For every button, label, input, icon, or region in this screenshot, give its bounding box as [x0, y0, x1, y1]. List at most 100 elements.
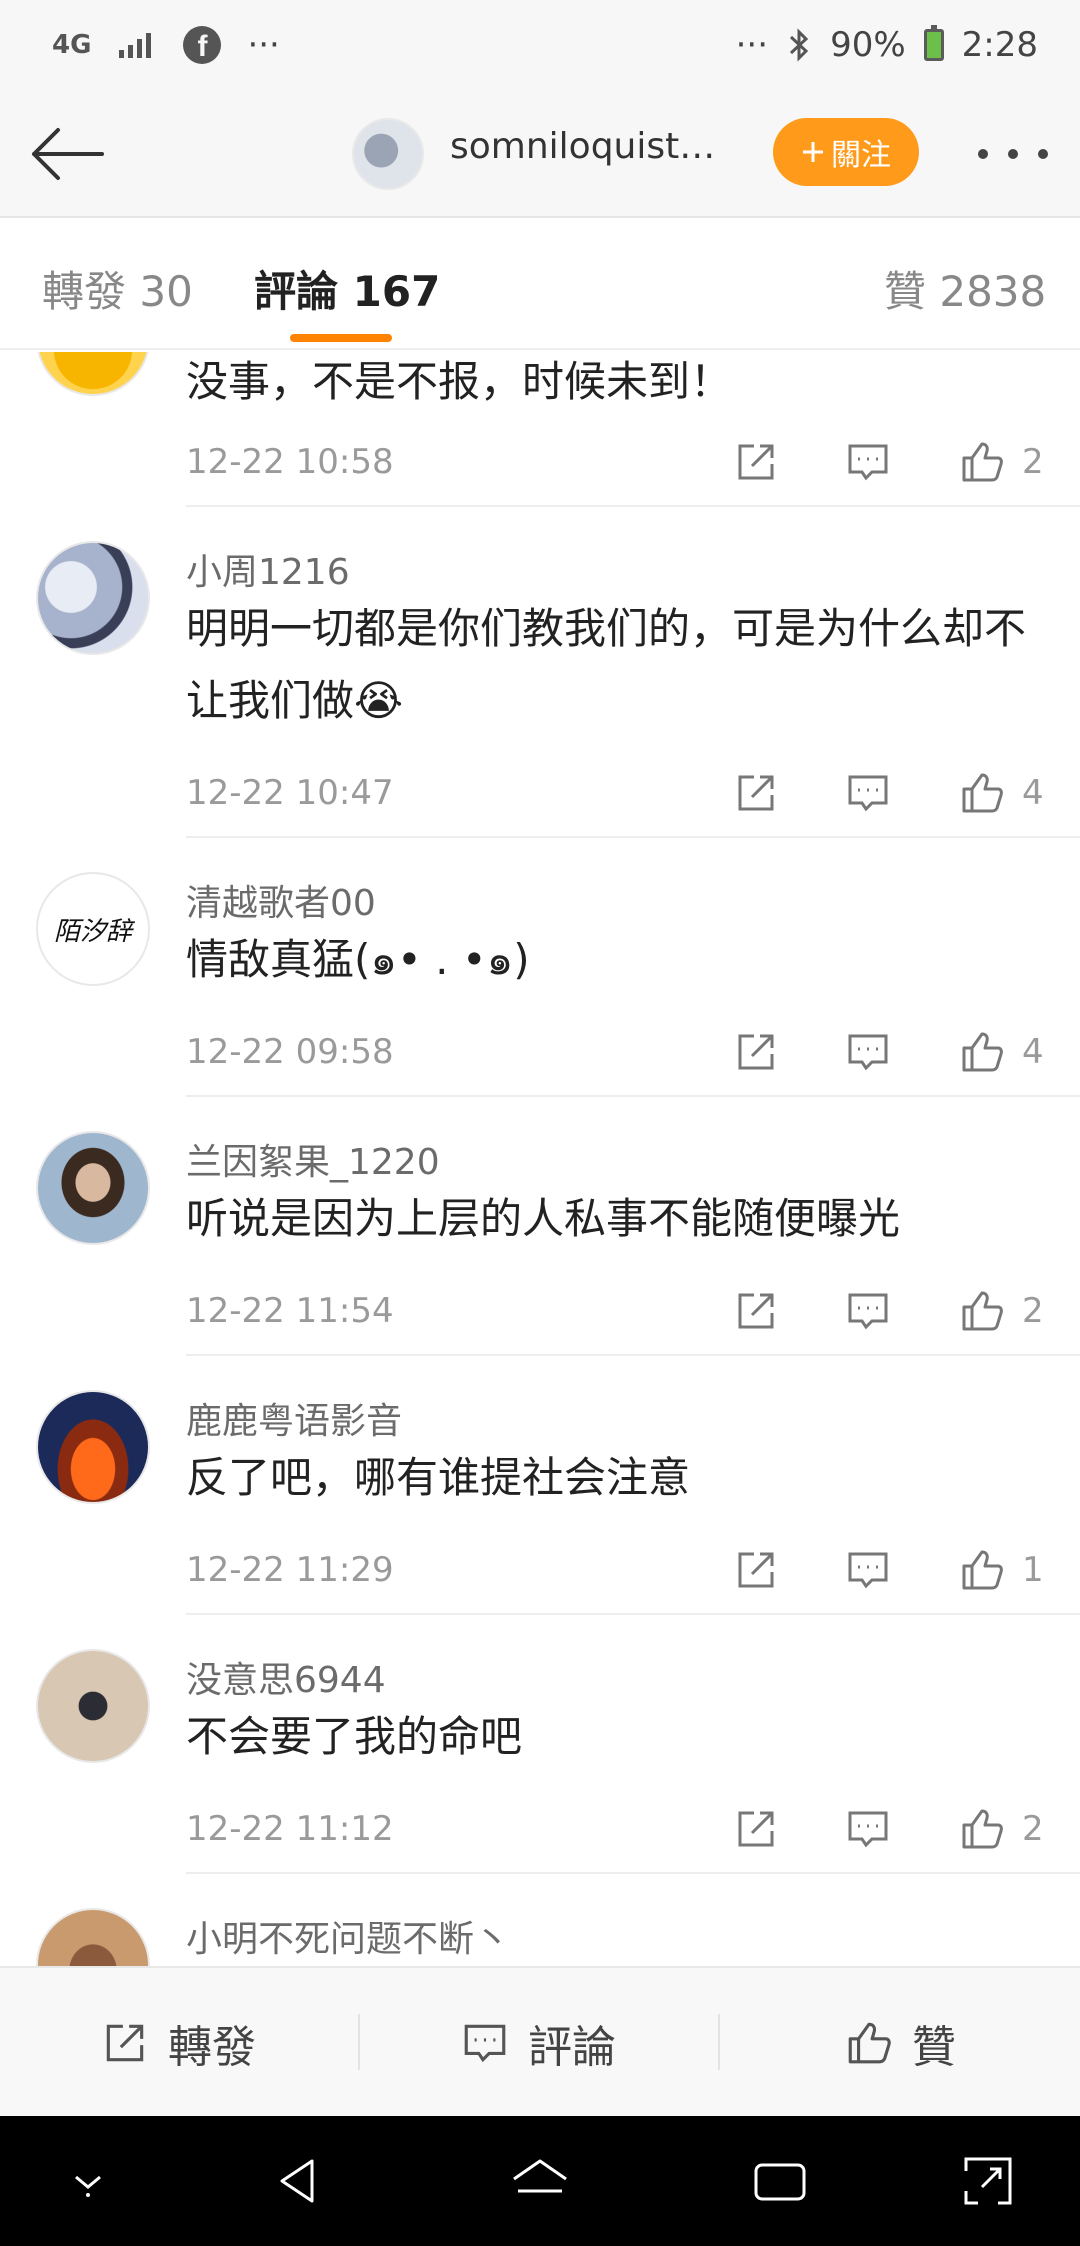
- commenter-name[interactable]: 兰因絮果_1220: [186, 1133, 440, 1185]
- repost-icon: [106, 2024, 144, 2062]
- separator: [358, 2014, 360, 2070]
- tab-likes[interactable]: 贊 2838: [884, 258, 1046, 319]
- comment-text: 反了吧，哪有谁提社会注意: [186, 1453, 691, 1502]
- comment-icon: [848, 775, 888, 812]
- reply-button[interactable]: [844, 769, 894, 819]
- commenter-name[interactable]: 清越歌者00: [186, 874, 376, 926]
- like-action[interactable]: 贊: [844, 1968, 956, 2118]
- bottom-action-bar: 轉發 評論 贊: [0, 1966, 1080, 2116]
- commenter-avatar[interactable]: [36, 352, 150, 396]
- comment-time: 12-22 09:58: [186, 1032, 394, 1072]
- notification-more: ···: [247, 25, 280, 65]
- commenter-avatar[interactable]: [36, 1908, 150, 1966]
- recents-icon: [754, 2163, 806, 2201]
- repost-action[interactable]: 轉發: [100, 1968, 256, 2118]
- back-button[interactable]: [28, 120, 108, 188]
- like-icon: [848, 2022, 891, 2064]
- hide-keyboard-button[interactable]: [56, 2149, 120, 2213]
- like-label: 贊: [912, 2022, 956, 2073]
- nav-home-button[interactable]: [508, 2149, 572, 2213]
- reply-button[interactable]: [844, 438, 894, 488]
- status-more: ···: [735, 25, 769, 65]
- dot-icon: [1038, 149, 1048, 159]
- author-username[interactable]: somniloquist_...: [450, 126, 720, 167]
- commenter-avatar[interactable]: [36, 1649, 150, 1763]
- comment-text: 听说是因为上层的人私事不能随便曝光: [186, 1194, 901, 1243]
- dot-icon: [1008, 149, 1018, 159]
- separator: [718, 2014, 720, 2070]
- comment-item: 兰因絮果_1220 听说是因为上层的人私事不能随便曝光 12-22 11:54 …: [0, 1097, 1080, 1356]
- screen: 4G f ··· ··· 90% 2:28 somniloquist_... 關…: [0, 0, 1080, 2246]
- like-button[interactable]: [958, 1546, 1008, 1596]
- header: somniloquist_... 關注: [0, 90, 1080, 218]
- commenter-name[interactable]: 鹿鹿粤语影音: [186, 1392, 402, 1444]
- repost-button[interactable]: [732, 769, 782, 819]
- repost-icon: [738, 1811, 774, 1847]
- repost-button[interactable]: [732, 1287, 782, 1337]
- commenter-name[interactable]: 小明不死问题不断丶: [186, 1910, 510, 1962]
- comment-text: 明明一切都是你们教我们的，可是为什么却不让我们做😭: [186, 604, 1027, 725]
- repost-button[interactable]: [732, 438, 782, 488]
- reply-button[interactable]: [844, 1546, 894, 1596]
- comment-item: 没事，不是不报，时候未到！ 12-22 10:58 2: [0, 352, 1080, 507]
- nav-expand-button[interactable]: [956, 2149, 1020, 2213]
- status-bar: 4G f ··· ··· 90% 2:28: [0, 0, 1080, 90]
- like-icon: [962, 1809, 1003, 1849]
- comment-time: 12-22 10:47: [186, 773, 394, 813]
- like-count: 4: [1022, 1032, 1044, 1072]
- comment-meta: 12-22 11:12 2: [186, 1801, 1066, 1861]
- comment-meta: 12-22 10:58 2: [186, 434, 1066, 494]
- tab-comments[interactable]: 評論 167: [254, 258, 440, 319]
- reply-button[interactable]: [844, 1287, 894, 1337]
- like-button[interactable]: [958, 769, 1008, 819]
- like-icon: [962, 1291, 1003, 1331]
- nav-recents-button[interactable]: [748, 2149, 812, 2213]
- like-icon: [962, 773, 1003, 813]
- comment-text: 没事，不是不报，时候未到！: [186, 357, 733, 406]
- more-options-button[interactable]: [978, 134, 1048, 174]
- triangle-back-icon: [280, 2159, 314, 2203]
- reply-button[interactable]: [844, 1028, 894, 1078]
- comment-meta: 12-22 11:54 2: [186, 1283, 1066, 1343]
- follow-label: 關注: [831, 138, 891, 173]
- commenter-avatar[interactable]: [36, 1131, 150, 1245]
- like-count: 2: [1022, 1809, 1044, 1849]
- commenter-avatar[interactable]: [36, 1390, 150, 1504]
- comment-label: 評論: [528, 2022, 616, 2073]
- like-button[interactable]: [958, 1028, 1008, 1078]
- comment-item: 没意思6944 不会要了我的命吧 12-22 11:12 2: [0, 1615, 1080, 1874]
- network-type: 4G: [52, 30, 92, 60]
- repost-icon: [738, 775, 774, 811]
- repost-button[interactable]: [732, 1028, 782, 1078]
- like-button[interactable]: [958, 438, 1008, 488]
- commenter-avatar[interactable]: [36, 541, 150, 655]
- nav-back-button[interactable]: [268, 2149, 332, 2213]
- author-avatar[interactable]: [352, 118, 424, 190]
- repost-icon: [738, 1034, 774, 1070]
- commenter-name[interactable]: 没意思6944: [186, 1651, 386, 1703]
- repost-button[interactable]: [732, 1546, 782, 1596]
- home-icon: [513, 2159, 567, 2193]
- comment-item: 陌汐辞 清越歌者00 情敌真猛(๑• . •๑) 12-22 09:58 4: [0, 838, 1080, 1097]
- like-count: 1: [1022, 1550, 1044, 1590]
- like-button[interactable]: [958, 1805, 1008, 1855]
- like-button[interactable]: [958, 1287, 1008, 1337]
- commenter-name[interactable]: 小周1216: [186, 543, 350, 595]
- follow-button[interactable]: 關注: [773, 118, 919, 186]
- comment-list[interactable]: 没事，不是不报，时候未到！ 12-22 10:58 2 小周1216 明明一切都…: [0, 352, 1080, 1966]
- dot-icon: [978, 149, 988, 159]
- repost-label: 轉發: [168, 2022, 256, 2073]
- comment-item: 小明不死问题不断丶: [0, 1874, 1080, 1966]
- like-icon: [962, 442, 1003, 482]
- comment-time: 12-22 11:29: [186, 1550, 394, 1590]
- like-count: 2: [1022, 1291, 1044, 1331]
- tab-reposts[interactable]: 轉發 30: [42, 258, 193, 319]
- reply-button[interactable]: [844, 1805, 894, 1855]
- comment-icon: [848, 1034, 888, 1071]
- system-nav-bar: [0, 2116, 1080, 2246]
- comment-action[interactable]: 評論: [460, 1968, 616, 2118]
- comment-meta: 12-22 09:58 4: [186, 1024, 1066, 1084]
- status-left: 4G f ···: [52, 0, 280, 90]
- commenter-avatar[interactable]: 陌汐辞: [36, 872, 150, 986]
- repost-button[interactable]: [732, 1805, 782, 1855]
